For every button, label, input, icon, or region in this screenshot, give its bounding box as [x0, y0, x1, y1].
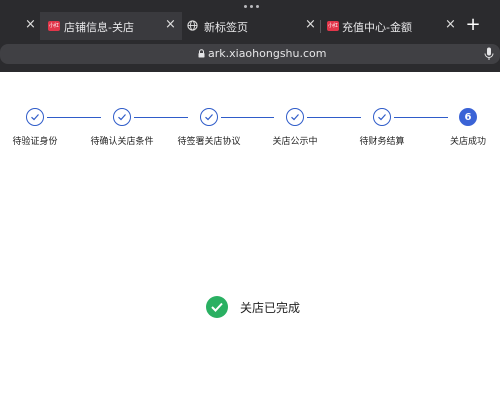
step-connector: [307, 117, 361, 118]
step-connector: [134, 117, 188, 118]
tab-new-tab-page[interactable]: 新标签页 ×: [182, 12, 322, 40]
tab-recharge-center[interactable]: 小红书 充值中心-金额 ×: [322, 12, 462, 40]
step-2-check-icon: [113, 108, 131, 126]
xiaohongshu-logo-icon: 小红书: [327, 21, 339, 31]
tab-bar: × 小红书 店铺信息-关店 × 新标签页 × 小红书 充值中心-金额 × +: [0, 12, 500, 40]
step-6-number: 6: [459, 108, 477, 126]
close-tab-icon[interactable]: ×: [445, 17, 456, 33]
xiaohongshu-logo-icon: 小红书: [48, 21, 60, 31]
microphone-icon[interactable]: [484, 47, 494, 61]
new-tab-button[interactable]: +: [463, 13, 483, 37]
globe-icon: [187, 20, 198, 31]
step-label: 关店公示中: [272, 137, 318, 147]
step-3-check-icon: [200, 108, 218, 126]
address-bar[interactable]: ark.xiaohongshu.com: [0, 44, 500, 64]
close-store-progress-steps: 6 待验证身份 待确认关店条件 待签署关店协议 关店公示中 待财务结算 关店成功: [0, 100, 500, 160]
close-tab-icon[interactable]: ×: [165, 17, 176, 33]
step-label: 待验证身份: [12, 137, 58, 147]
step-5-check-icon: [373, 108, 391, 126]
step-label: 待财务结算: [359, 137, 405, 147]
tab-divider: [320, 20, 321, 33]
url-text: ark.xiaohongshu.com: [208, 47, 327, 60]
tab-previous[interactable]: ×: [0, 12, 40, 40]
lock-icon: [198, 49, 205, 58]
step-connector: [394, 117, 448, 118]
step-connector: [221, 117, 274, 118]
tab-title: 充值中心-金额: [342, 21, 412, 34]
step-4-check-icon: [286, 108, 304, 126]
tab-title: 店铺信息-关店: [64, 21, 134, 34]
check-circle-icon: [206, 296, 228, 318]
step-label: 待签署关店协议: [177, 137, 241, 147]
close-tab-icon[interactable]: ×: [25, 17, 36, 33]
browser-chrome: × 小红书 店铺信息-关店 × 新标签页 × 小红书 充值中心-金额 × +: [0, 0, 500, 72]
step-label: 待确认关店条件: [90, 137, 154, 147]
tab-store-close[interactable]: 小红书 店铺信息-关店 ×: [40, 12, 182, 40]
step-1-check-icon: [26, 108, 44, 126]
step-connector: [47, 117, 101, 118]
result-text: 关店已完成: [240, 300, 301, 315]
step-label: 关店成功: [449, 137, 487, 147]
close-tab-icon[interactable]: ×: [305, 17, 316, 33]
more-dots-icon[interactable]: [244, 5, 259, 8]
close-store-result: 关店已完成: [206, 296, 300, 318]
tab-title: 新标签页: [204, 21, 248, 34]
